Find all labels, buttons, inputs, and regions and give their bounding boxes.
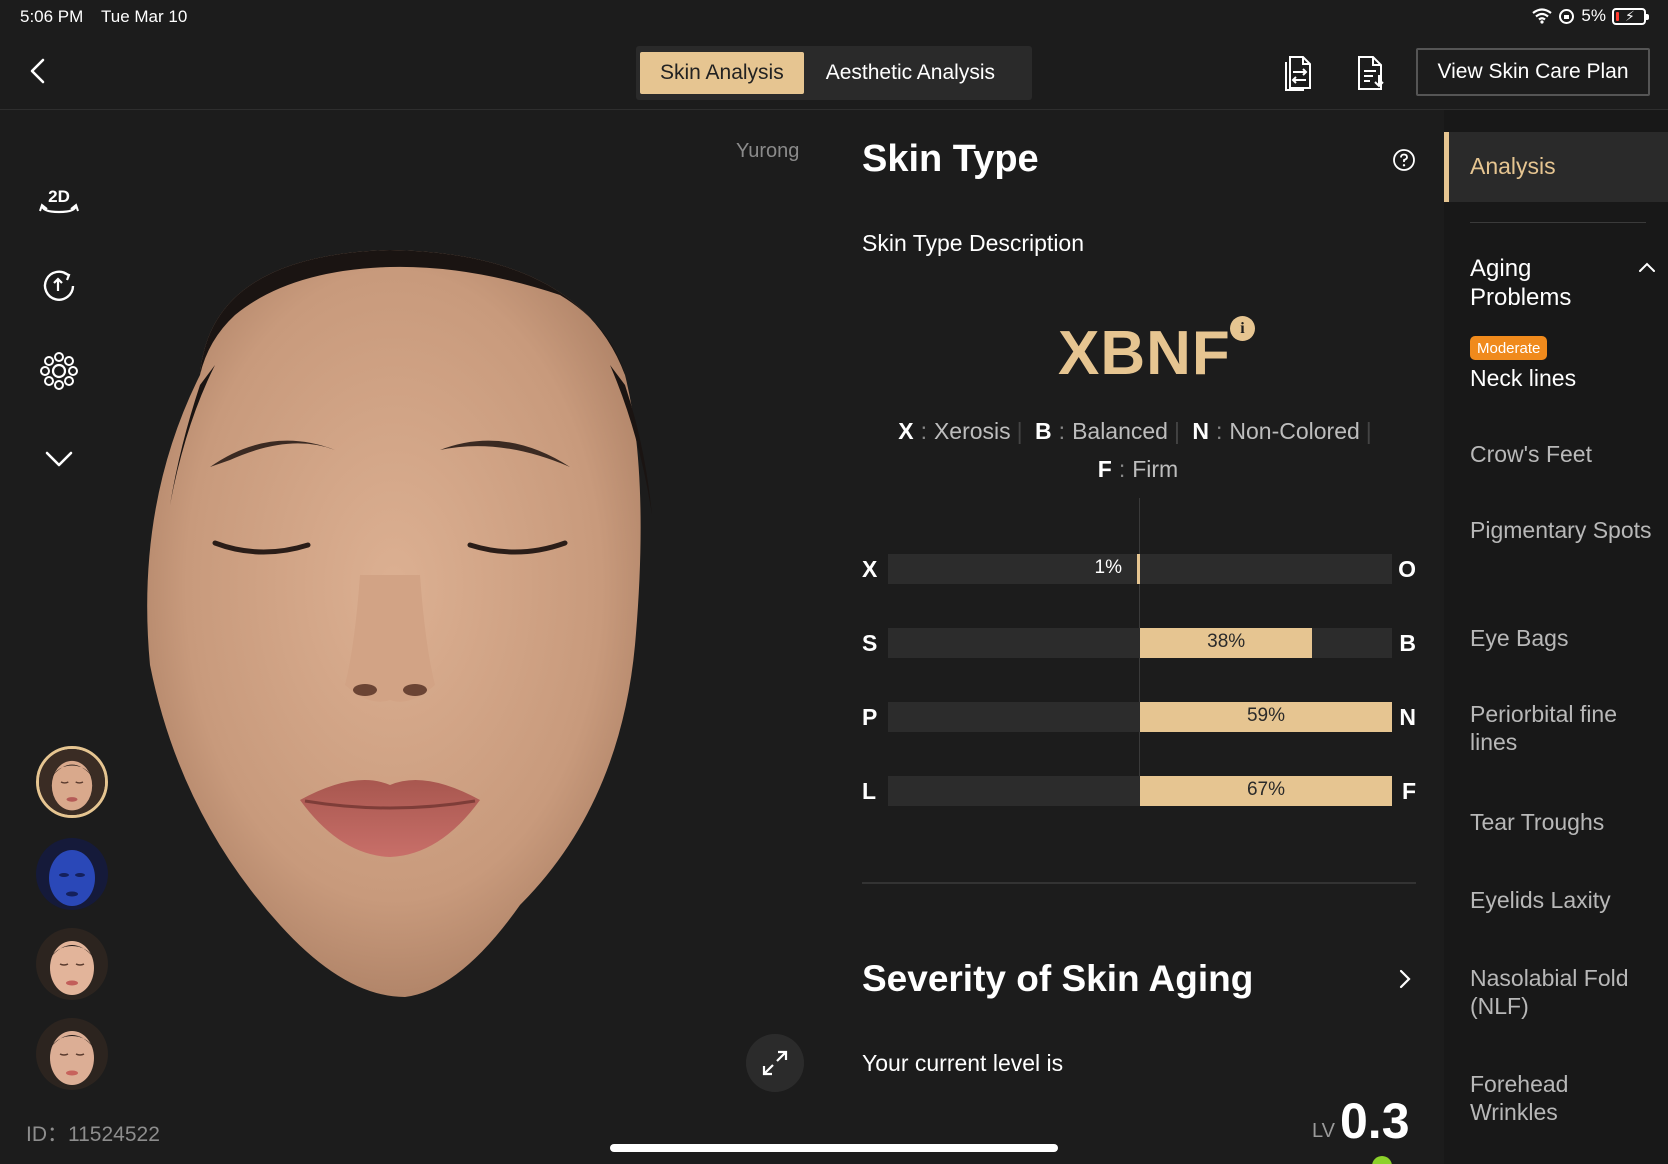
sidebar-group-aging-problems[interactable]: Aging Problems [1470,254,1620,312]
bar-track: 1% [888,554,1392,584]
compare-report-icon[interactable] [1282,54,1316,92]
face-3d-model[interactable] [140,245,690,1005]
level-indicator-dot [1372,1156,1392,1164]
bar-right-label: F [1401,778,1416,804]
battery-icon: ⚡ [1612,7,1649,25]
back-button[interactable] [26,56,50,86]
sidebar-item-nasolabial-fold[interactable]: Nasolabial Fold (NLF) [1470,964,1660,1020]
bar-left-label: S [862,630,878,656]
severity-badge: Moderate [1470,336,1548,360]
help-icon[interactable] [1392,148,1416,172]
bar-track: 38% [888,628,1392,658]
tab-aesthetic-analysis[interactable]: Aesthetic Analysis [806,52,1015,94]
skin-type-code: XBNF [1058,319,1231,388]
legend-letter: N [1192,418,1209,444]
legend-meaning: Balanced [1072,418,1168,444]
export-report-icon[interactable] [1354,54,1388,92]
home-indicator [610,1144,1058,1152]
capture-thumbnail-uv[interactable] [36,838,108,910]
capture-thumbnail-cross-polarized[interactable] [36,928,108,1000]
bar-value: 1% [1094,557,1122,578]
sidebar-divider [1470,222,1646,223]
capture-thumbnail-parallel-polarized[interactable] [36,1018,108,1090]
bar-row-x-o: X 1% O [862,554,1418,584]
top-nav-bar: Skin Analysis Aesthetic Analysis View Sk… [0,34,1668,110]
bar-left-label: X [862,556,878,582]
status-date: Tue Mar 10 [101,7,188,26]
rotate-reset-icon[interactable] [38,265,80,307]
capture-thumbnail-standard[interactable] [36,746,108,818]
legend-meaning: Xerosis [933,418,1011,444]
bar-fill [1137,554,1140,584]
chevron-up-icon[interactable] [1638,260,1656,274]
skin-type-legend-row-2: F: Firm [1097,456,1179,482]
sidebar-item-pigmentary-spots[interactable]: Pigmentary Spots [1470,516,1660,544]
legend-letter: X [898,418,914,444]
view-skin-care-plan-button[interactable]: View Skin Care Plan [1416,48,1650,96]
severity-title[interactable]: Severity of Skin Aging [862,958,1253,1000]
bar-right-label: B [1399,630,1416,656]
status-time: 5:06 PM [20,7,84,26]
2d-3d-toggle-icon[interactable]: 2D [38,180,80,222]
level-prefix: LV [1312,1120,1335,1142]
fullscreen-expand-button[interactable] [746,1034,804,1092]
sidebar-item-neck-lines[interactable]: Neck lines [1470,364,1660,392]
skin-type-legend-row-1: X: Xerosis | B: Balanced | N: Non-Colored | [898,418,1372,444]
bar-track: 67% [888,776,1392,806]
sidebar-item-analysis[interactable]: Analysis [1444,132,1668,202]
battery-percent: 5% [1581,6,1606,25]
analysis-sidebar: Analysis Aging Problems Moderate Neck li… [1444,110,1668,1164]
sidebar-item-eyelids-laxity[interactable]: Eyelids Laxity [1470,886,1660,914]
patient-id: ID：11524522 [26,1123,160,1146]
analysis-tab-switcher: Skin Analysis Aesthetic Analysis [636,46,1032,100]
wifi-icon [1532,8,1553,24]
bar-right-label: N [1399,704,1416,730]
level-value: 0.3 [1340,1093,1410,1149]
bar-left-label: L [862,778,877,804]
skin-type-title: Skin Type [862,138,1039,180]
patient-name: Yurong [736,140,800,162]
bar-row-l-f: L 67% F [862,776,1418,806]
status-right: 5% ⚡ [1532,6,1649,26]
bar-right-label: O [1398,556,1416,582]
legend-letter: B [1035,418,1052,444]
legend-meaning: Firm [1132,456,1179,482]
status-bar: 5:06 PM Tue Mar 10 5% ⚡ [0,0,1668,34]
section-divider [862,882,1416,884]
info-icon[interactable]: i [1230,316,1255,341]
bar-fill: 59% [1140,702,1392,732]
bar-track: 59% [888,702,1392,732]
active-accent-bar [1444,132,1449,202]
bar-value: 59% [1246,705,1286,726]
bar-fill: 67% [1140,776,1392,806]
skin-type-description-label: Skin Type Description [862,230,1085,256]
legend-letter: F [1097,456,1112,482]
orientation-lock-icon [1559,8,1575,24]
bar-fill: 38% [1140,628,1313,658]
chevron-right-icon[interactable] [1396,966,1414,992]
sidebar-item-tear-troughs[interactable]: Tear Troughs [1470,808,1660,836]
sidebar-item-periorbital-fine-lines[interactable]: Periorbital fine lines [1470,700,1660,756]
skin-type-bar-chart: X 1% O S 38% B P 59% N L 67% F [862,498,1418,830]
bar-row-p-n: P 59% N [862,702,1418,732]
svg-text:2D: 2D [48,187,70,206]
sidebar-item-crows-feet[interactable]: Crow's Feet [1470,440,1660,468]
bar-row-s-b: S 38% B [862,628,1418,658]
bar-value: 67% [1246,779,1286,800]
face-regions-icon[interactable] [38,350,80,392]
bar-value: 38% [1207,631,1246,652]
tab-skin-analysis[interactable]: Skin Analysis [640,52,804,94]
current-level-label: Your current level is [862,1050,1064,1076]
bar-left-label: P [862,704,878,730]
sidebar-item-label: Analysis [1470,153,1556,179]
chevron-down-icon[interactable] [38,438,80,480]
legend-meaning: Non-Colored [1229,418,1360,444]
sidebar-item-forehead-wrinkles[interactable]: Forehead Wrinkles [1470,1070,1660,1126]
sidebar-item-eye-bags[interactable]: Eye Bags [1470,624,1660,652]
